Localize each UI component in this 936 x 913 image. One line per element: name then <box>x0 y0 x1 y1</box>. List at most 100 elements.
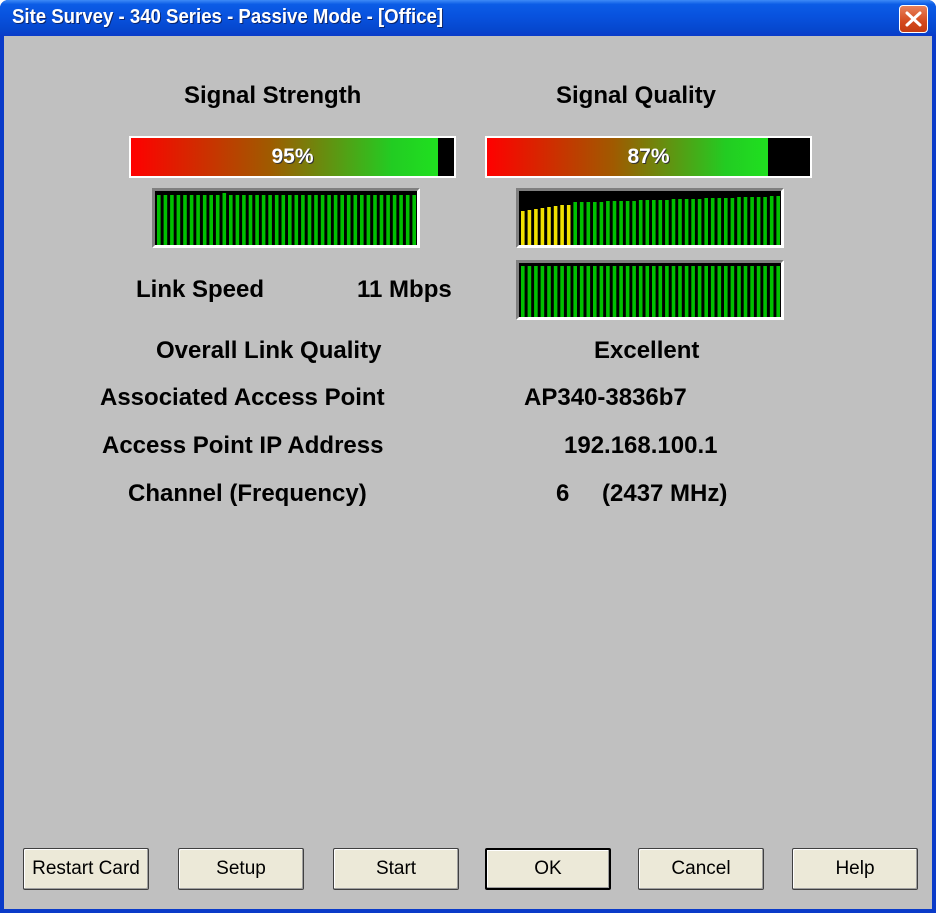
link-speed-value: 11 Mbps <box>357 276 452 303</box>
setup-button[interactable]: Setup <box>178 848 304 890</box>
signal-strength-history-graph <box>152 188 420 248</box>
title-bar[interactable]: Site Survey - 340 Series - Passive Mode … <box>0 0 936 36</box>
graph-bar <box>632 201 636 245</box>
graph-bar <box>586 266 591 317</box>
graph-bar <box>540 208 545 245</box>
graph-bar <box>573 266 577 317</box>
graph-bar <box>255 195 259 245</box>
channel-frequency-label: Channel (Frequency) <box>128 480 367 507</box>
graph-bar <box>215 195 220 245</box>
graph-bar <box>606 201 610 245</box>
graph-bar <box>202 195 207 245</box>
signal-quality-bar: 87% <box>485 136 812 178</box>
graph-bar <box>665 200 669 245</box>
channel-frequency-value: (2437 MHz) <box>602 480 728 507</box>
graph-bar <box>521 266 525 317</box>
graph-bar <box>261 195 266 245</box>
graph-bar <box>717 266 722 317</box>
graph-bar <box>360 195 364 245</box>
access-point-ip-value: 192.168.100.1 <box>564 432 718 459</box>
channel-number-value: 6 <box>556 480 570 507</box>
close-button[interactable] <box>899 5 928 33</box>
signal-quality-heading: Signal Quality <box>556 82 717 109</box>
graph-bar <box>619 201 623 245</box>
start-button[interactable]: Start <box>333 848 459 890</box>
graph-bar <box>281 195 286 245</box>
signal-strength-bar: 95% <box>129 136 456 178</box>
help-button[interactable]: Help <box>792 848 918 890</box>
graph-bar <box>612 266 617 317</box>
graph-bar <box>743 266 748 317</box>
graph-bar <box>750 197 754 245</box>
graph-bar <box>235 195 240 245</box>
graph-bar <box>521 211 525 245</box>
overall-link-quality-value: Excellent <box>594 337 700 364</box>
graph-bar <box>704 266 708 317</box>
graph-bar <box>346 195 351 245</box>
graph-bar <box>652 200 656 245</box>
graph-bar <box>274 195 279 245</box>
graph-bar <box>353 195 358 245</box>
graph-bar <box>691 199 695 245</box>
graph-bar <box>763 197 767 245</box>
graph-bar <box>710 266 715 317</box>
graph-bar <box>320 195 325 245</box>
graph-bar <box>340 195 344 245</box>
graph-bar <box>288 195 292 245</box>
graph-bar <box>612 201 617 245</box>
graph-bar <box>776 196 780 245</box>
graph-bar <box>593 202 597 245</box>
graph-bar <box>527 266 532 317</box>
graph-bar <box>333 195 338 245</box>
graph-bar <box>665 266 669 317</box>
cancel-button[interactable]: Cancel <box>638 848 764 890</box>
graph-bar <box>294 195 299 245</box>
graph-bar <box>717 198 722 245</box>
graph-bar <box>737 197 741 245</box>
associated-access-point-label: Associated Access Point <box>100 384 385 411</box>
graph-bar <box>671 199 676 245</box>
signal-quality-history-graph <box>516 188 784 248</box>
graph-bar <box>392 195 397 245</box>
graph-bar <box>645 200 650 245</box>
graph-bar <box>724 198 728 245</box>
graph-bar <box>756 197 761 245</box>
overall-link-quality-label: Overall Link Quality <box>156 337 382 364</box>
graph-bar <box>678 266 682 317</box>
graph-bar <box>566 266 571 317</box>
graph-bar <box>697 266 702 317</box>
graph-bar <box>763 266 767 317</box>
graph-bar <box>399 195 403 245</box>
graph-bar <box>373 195 377 245</box>
graph-bar <box>189 195 194 245</box>
site-survey-window: Site Survey - 340 Series - Passive Mode … <box>0 0 936 913</box>
graph-bar <box>222 193 227 245</box>
graph-bar <box>547 207 551 245</box>
graph-bar <box>756 266 761 317</box>
graph-bar <box>248 195 253 245</box>
graph-bar <box>307 195 312 245</box>
graph-bar <box>560 205 564 245</box>
graph-bar <box>625 266 630 317</box>
graph-bar <box>619 266 623 317</box>
graph-bar <box>386 195 390 245</box>
graph-bar <box>743 197 748 245</box>
graph-bar <box>527 210 532 245</box>
graph-bar <box>638 200 643 245</box>
graph-bar <box>769 266 774 317</box>
graph-bar <box>553 206 558 245</box>
graph-bar <box>658 200 663 245</box>
graph-bar <box>379 195 384 245</box>
graph-bar <box>412 195 416 245</box>
close-icon <box>905 11 922 27</box>
graph-bar <box>183 195 187 245</box>
graph-bar <box>678 199 682 245</box>
ok-button[interactable]: OK <box>485 848 611 890</box>
graph-bar <box>553 266 558 317</box>
graph-bar <box>547 266 551 317</box>
graph-bar <box>560 266 564 317</box>
graph-bar <box>566 205 571 245</box>
graph-bar <box>724 266 728 317</box>
graph-bar <box>625 201 630 245</box>
restart-card-button[interactable]: Restart Card <box>23 848 149 890</box>
